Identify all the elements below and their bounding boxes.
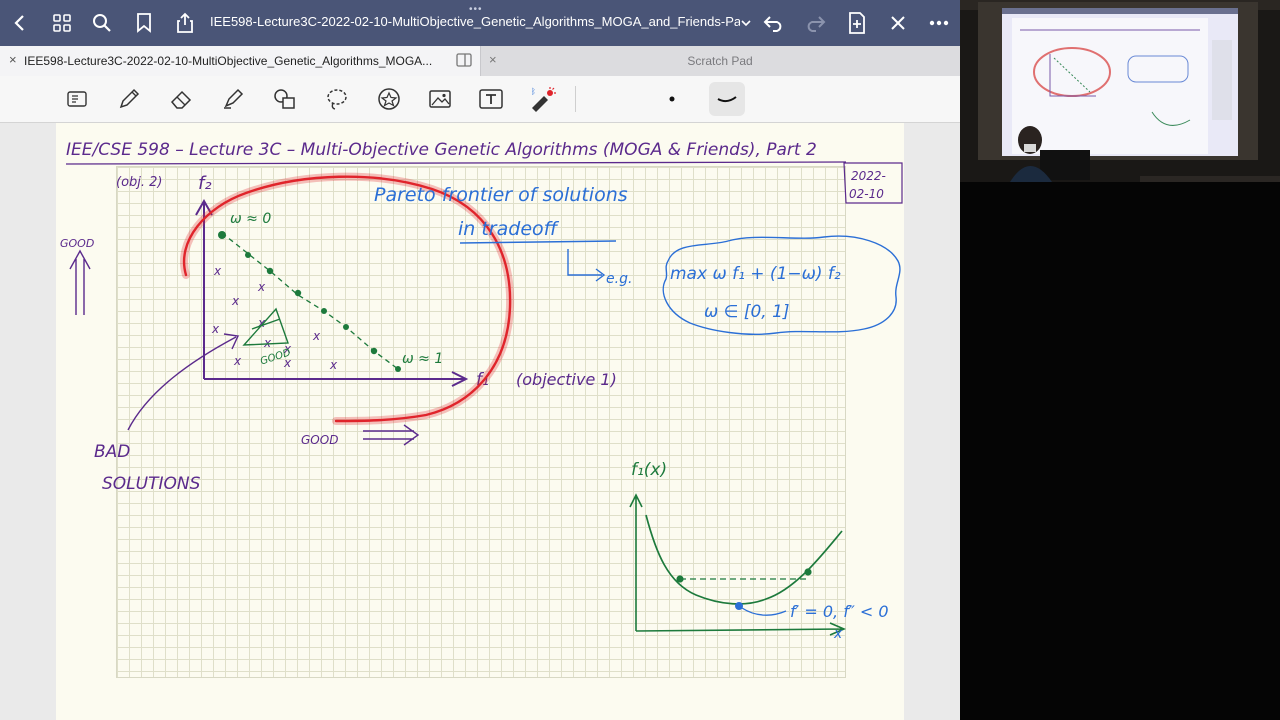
bookmark-icon[interactable] xyxy=(130,9,158,37)
text-icon[interactable] xyxy=(476,84,506,114)
tab-label: IEE598-Lecture3C-2022-02-10-MultiObjecti… xyxy=(24,54,433,68)
pen-icon[interactable] xyxy=(114,84,144,114)
drawing-toolbar: ᛒ xyxy=(0,76,960,123)
close-icon[interactable] xyxy=(884,9,912,37)
laser-pointer-icon[interactable]: ᛒ xyxy=(528,84,558,114)
bad-label-line1: BAD xyxy=(94,442,130,462)
handwriting-layer: IEE/CSE 598 – Lecture 3C – Multi-Objecti… xyxy=(60,140,903,642)
top-navigation-bar: ••• IEE598-Lecture3C-2022-02-10-MultiObj… xyxy=(0,0,960,46)
svg-text:x: x xyxy=(312,329,321,343)
sticker-icon[interactable] xyxy=(374,84,404,114)
date-line2: 02-10 xyxy=(849,187,884,201)
back-chevron-icon[interactable] xyxy=(6,9,34,37)
eg-arrow xyxy=(567,249,606,282)
canvas-area: IEE/CSE 598 – Lecture 3C – Multi-Objecti… xyxy=(0,123,960,720)
pen-size-dot-icon[interactable] xyxy=(657,84,687,114)
good-vertical-arrow xyxy=(69,249,91,315)
formula-line2: ω ∈ [0, 1] xyxy=(704,302,790,322)
note-page[interactable]: IEE/CSE 598 – Lecture 3C – Multi-Objecti… xyxy=(56,123,904,720)
good-horizontal-label: GOOD xyxy=(301,433,338,447)
add-page-icon[interactable] xyxy=(843,9,871,37)
eg-text: e.g. xyxy=(606,271,632,287)
fx-point-right xyxy=(804,568,812,576)
bad-solutions-arrow xyxy=(127,333,240,431)
lecture-title: IEE/CSE 598 – Lecture 3C – Multi-Objecti… xyxy=(66,140,817,160)
webcam-video-panel xyxy=(960,0,1280,720)
obj1-label: (objective 1) xyxy=(516,370,617,389)
fx-label: f₁(x) xyxy=(631,460,667,480)
notes-app-window: ••• IEE598-Lecture3C-2022-02-10-MultiObj… xyxy=(0,0,960,720)
tab-bar: × IEE598-Lecture3C-2022-02-10-MultiObjec… xyxy=(0,46,960,76)
redo-icon[interactable] xyxy=(801,9,829,37)
split-view-icon[interactable] xyxy=(456,53,472,72)
grid-icon[interactable] xyxy=(48,9,76,37)
toolbar-divider xyxy=(575,86,576,112)
svg-text:x: x xyxy=(211,322,220,336)
search-icon[interactable] xyxy=(88,9,116,37)
tab-close-icon[interactable]: × xyxy=(9,52,17,67)
share-icon[interactable] xyxy=(171,9,199,37)
fx-point-left xyxy=(676,575,684,583)
tradeoff-underline xyxy=(459,240,617,244)
fx-y-axis xyxy=(629,493,643,631)
bad-label-line2: SOLUTIONS xyxy=(102,474,201,494)
fx-x-axis xyxy=(635,622,847,636)
svg-text:x: x xyxy=(233,354,242,368)
tradeoff-text: in tradeoff xyxy=(458,218,560,240)
f1-axis xyxy=(204,371,469,387)
svg-text:x: x xyxy=(329,358,338,372)
optimum-pointer xyxy=(741,607,787,616)
tab-lecture-document[interactable]: × IEE598-Lecture3C-2022-02-10-MultiObjec… xyxy=(0,46,481,76)
eraser-icon[interactable] xyxy=(166,84,196,114)
formula-line1: max ω f₁ + (1−ω) f₂ xyxy=(670,264,841,284)
good-horizontal-arrow xyxy=(363,424,420,446)
pareto-frontier-text: Pareto frontier of solutions xyxy=(374,184,628,206)
title-underline xyxy=(65,161,847,165)
x-axis-label: x xyxy=(833,626,843,642)
webcam-frame xyxy=(960,0,1280,182)
good-vertical-label: GOOD xyxy=(60,237,94,250)
fx-curve xyxy=(645,514,843,605)
condition-text: f′ = 0, f″ < 0 xyxy=(790,602,889,621)
title-chevron-icon[interactable] xyxy=(736,9,756,37)
fx-optimum-point xyxy=(735,602,743,610)
date-line1: 2022- xyxy=(851,169,886,183)
tab-label: Scratch Pad xyxy=(687,54,753,68)
lasso-select-icon[interactable] xyxy=(62,84,92,114)
lasso-icon[interactable] xyxy=(322,84,352,114)
pen-stroke-preview-icon[interactable] xyxy=(709,82,745,116)
svg-text:x: x xyxy=(213,264,222,278)
tab-scratch-pad[interactable]: × Scratch Pad xyxy=(480,46,960,76)
f2-label: f₂ xyxy=(198,173,212,194)
undo-icon[interactable] xyxy=(760,9,788,37)
shapes-icon[interactable] xyxy=(270,84,300,114)
svg-text:x: x xyxy=(257,280,266,294)
more-icon[interactable] xyxy=(925,9,953,37)
document-title[interactable]: IEE598-Lecture3C-2022-02-10-MultiObjecti… xyxy=(210,14,740,29)
svg-text:x: x xyxy=(263,336,272,350)
svg-text:x: x xyxy=(231,294,240,308)
omega-one-label: ω ≈ 1 xyxy=(402,351,443,367)
highlighter-icon[interactable] xyxy=(218,84,248,114)
svg-text:ᛒ: ᛒ xyxy=(531,87,536,96)
obj2-label: (obj. 2) xyxy=(116,175,163,190)
omega-zero-label: ω ≈ 0 xyxy=(230,211,271,227)
image-icon[interactable] xyxy=(425,84,455,114)
